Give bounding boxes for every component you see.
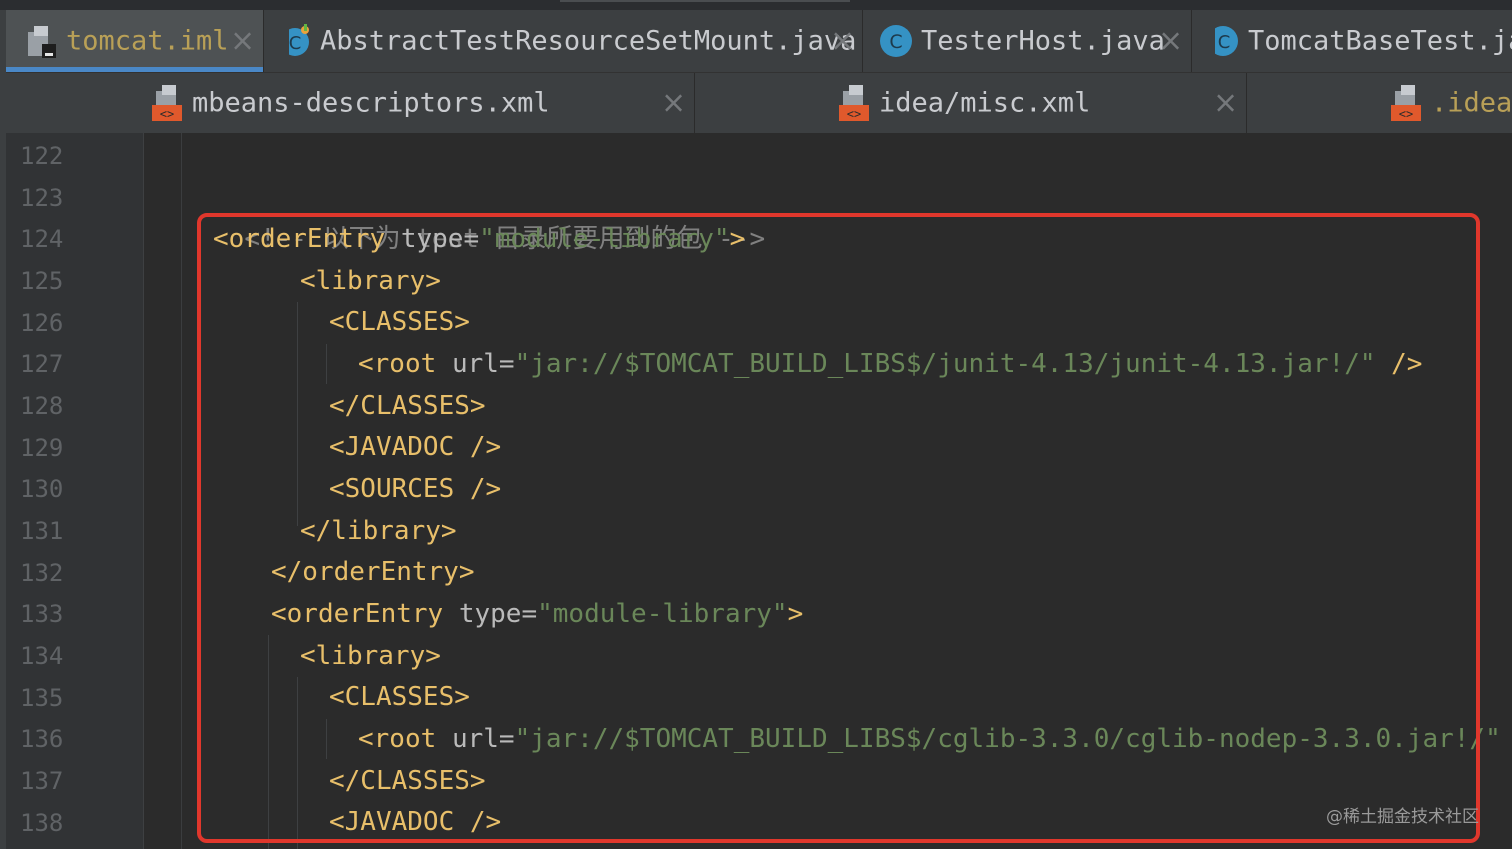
code-line-123: <!-- 以下为 test 目录所要用到的包 --> <box>213 176 765 254</box>
line-number: 127 <box>20 350 64 378</box>
xml-file-icon: <> <box>152 85 182 121</box>
tab-label: tomcat.iml <box>66 25 229 57</box>
tab-label: TomcatBaseTest.java <box>1248 25 1512 57</box>
svg-text:<>: <> <box>160 107 174 121</box>
abstract-class-icon: C <box>1208 26 1238 56</box>
tab-idea-partial[interactable]: <> .idea/ <box>1247 73 1512 133</box>
line-number-gutter: 122 123 124 125 126 127 128 129 130 131 … <box>6 133 144 849</box>
tab-abstract-test-resource-set-mount[interactable]: C AbstractTestResourceSetMount.java × <box>264 10 863 72</box>
window-top-edge <box>0 0 1512 10</box>
xml-file-icon: <> <box>1391 85 1421 121</box>
line-number: 129 <box>20 434 64 462</box>
tab-label: mbeans-descriptors.xml <box>192 87 550 119</box>
line-number: 128 <box>20 392 64 420</box>
line-number: 124 <box>20 225 64 253</box>
watermark: @稀土掘金技术社区 <box>1326 807 1479 827</box>
tab-tomcat-iml[interactable]: tomcat.iml × <box>6 10 264 72</box>
line-number: 133 <box>20 600 64 628</box>
line-number: 137 <box>20 767 64 795</box>
tag-end: /> <box>1501 724 1512 754</box>
close-icon[interactable]: × <box>661 86 686 121</box>
close-icon[interactable]: × <box>230 24 255 59</box>
editor-tab-row-1: tomcat.iml × C AbstractTestResourceSetMo… <box>6 10 1512 72</box>
tab-tomcat-base-test[interactable]: C TomcatBaseTest.java <box>1192 10 1512 72</box>
close-icon[interactable]: × <box>830 24 855 59</box>
line-number: 135 <box>20 684 64 712</box>
line-number: 131 <box>20 517 64 545</box>
tab-idea-misc-xml[interactable]: <> idea/misc.xml × <box>695 73 1247 133</box>
line-number: 122 <box>20 142 64 170</box>
svg-text:C: C <box>889 31 902 53</box>
tab-tester-host[interactable]: C TesterHost.java × <box>863 10 1192 72</box>
xml-file-icon: <> <box>839 85 869 121</box>
line-number: 132 <box>20 559 64 587</box>
tab-label: .idea/ <box>1431 87 1512 119</box>
close-icon[interactable]: × <box>1213 86 1238 121</box>
svg-text:<>: <> <box>847 107 861 121</box>
line-number: 136 <box>20 725 64 753</box>
drag-handle[interactable] <box>560 0 850 2</box>
line-number: 138 <box>20 809 64 837</box>
iml-file-icon <box>28 26 56 58</box>
svg-text:<>: <> <box>1399 107 1413 121</box>
tab-label: TesterHost.java <box>921 25 1165 57</box>
line-number: 130 <box>20 475 64 503</box>
tab-mbeans-descriptors[interactable]: <> mbeans-descriptors.xml × <box>6 73 695 133</box>
line-number: 134 <box>20 642 64 670</box>
tab-label: AbstractTestResourceSetMount.java <box>320 25 857 57</box>
line-number: 125 <box>20 267 64 295</box>
highlight-annotation-box <box>197 213 1480 843</box>
tab-label: idea/misc.xml <box>879 87 1091 119</box>
editor-tab-row-2: <> mbeans-descriptors.xml × <> idea/misc… <box>6 72 1512 133</box>
line-number: 123 <box>20 184 64 212</box>
class-icon: C <box>880 25 912 57</box>
svg-text:C: C <box>1218 32 1231 53</box>
fold-guide <box>181 133 182 849</box>
line-number: 126 <box>20 309 64 337</box>
abstract-class-icon: C <box>281 24 309 56</box>
svg-text:C: C <box>289 33 302 54</box>
close-icon[interactable]: × <box>1158 24 1183 59</box>
